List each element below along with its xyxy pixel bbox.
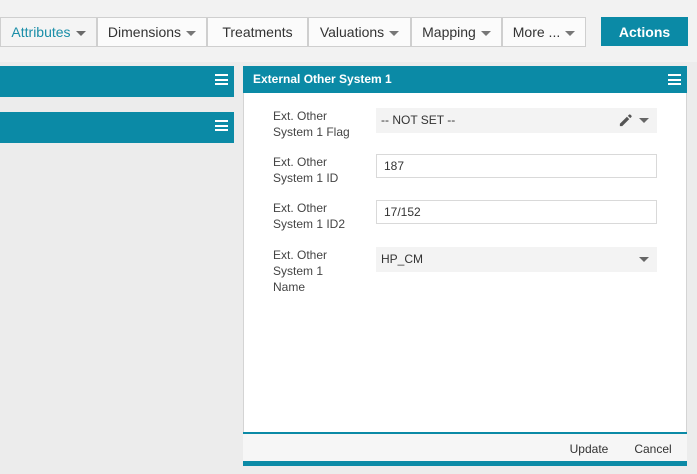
tab-mapping[interactable]: Mapping (411, 17, 502, 47)
tab-label: Mapping (422, 24, 476, 40)
tab-valuations[interactable]: Valuations (308, 17, 411, 47)
id-label: Ext. Other System 1 ID (273, 155, 339, 185)
panel-bottom-strip (243, 461, 687, 466)
hamburger-menu-icon[interactable] (215, 120, 228, 131)
tab-label: Attributes (11, 24, 71, 40)
chevron-down-icon (480, 30, 491, 36)
tab-label: More ... (512, 24, 561, 40)
left-panel-header-1 (0, 66, 234, 97)
name-label: Ext. Other System 1 Name (273, 248, 328, 294)
flag-select[interactable]: -- NOT SET -- (376, 108, 657, 133)
flag-select-value: -- NOT SET -- (381, 113, 456, 127)
tab-label: Dimensions (107, 24, 182, 40)
left-panel-header-2 (0, 112, 234, 143)
external-system-panel: External Other System 1 Ext. Other Syste… (243, 66, 687, 466)
tab-attributes[interactable]: Attributes (0, 17, 97, 47)
chevron-down-icon (75, 30, 86, 36)
chevron-down-icon (389, 30, 400, 36)
id2-label: Ext. Other System 1 ID2 (273, 201, 346, 231)
actions-button[interactable]: Actions (601, 17, 688, 46)
flag-label: Ext. Other System 1 Flag (273, 109, 350, 139)
chevron-down-icon (639, 118, 649, 123)
tab-label: Valuations (319, 24, 385, 40)
chevron-down-icon (186, 30, 197, 36)
id-input[interactable] (376, 154, 657, 178)
top-tab-bar: Attributes Dimensions Treatments Valuati… (0, 0, 697, 62)
tab-dimensions[interactable]: Dimensions (97, 17, 207, 47)
id2-input[interactable] (376, 200, 657, 224)
panel-title: External Other System 1 (253, 72, 392, 86)
tab-treatments[interactable]: Treatments (207, 17, 308, 47)
chevron-down-icon (565, 30, 576, 36)
tab-more[interactable]: More ... (502, 17, 586, 47)
chevron-down-icon (639, 257, 649, 262)
hamburger-menu-icon[interactable] (215, 74, 228, 85)
name-select-value: HP_CM (381, 252, 424, 266)
pencil-icon[interactable] (618, 113, 633, 128)
name-select[interactable]: HP_CM (376, 247, 657, 272)
hamburger-menu-icon[interactable] (668, 74, 681, 85)
panel-header: External Other System 1 (243, 66, 687, 93)
tab-label: Treatments (222, 24, 293, 40)
